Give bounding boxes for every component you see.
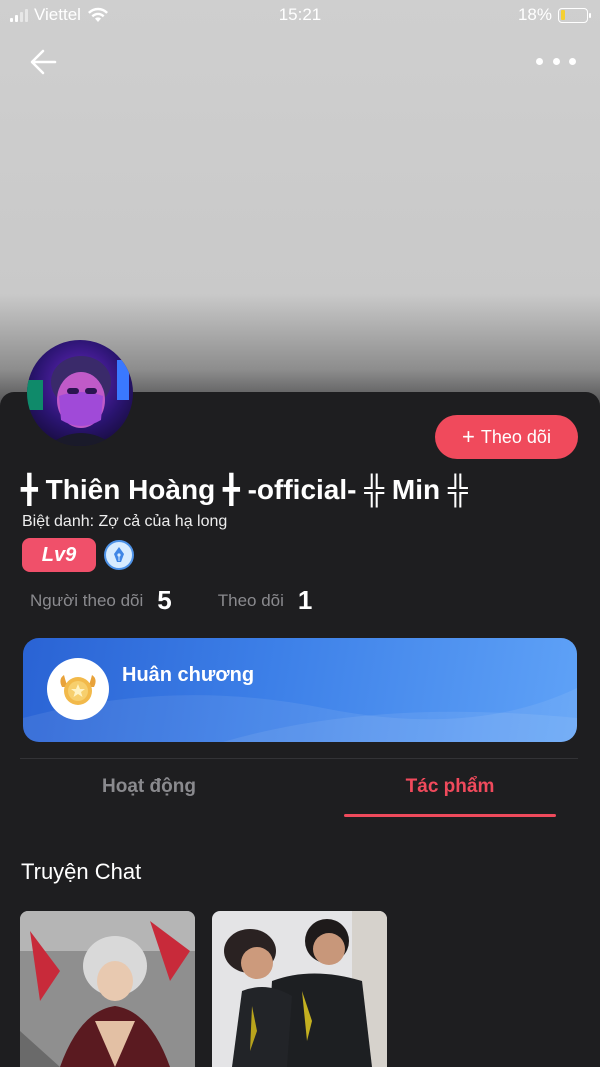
following-label[interactable]: Theo dõi: [218, 591, 284, 611]
following-count[interactable]: 1: [298, 585, 312, 616]
story-cover-image: [20, 911, 195, 1067]
arrow-left-icon: [30, 49, 57, 75]
follow-button[interactable]: + Theo dõi: [435, 415, 578, 459]
status-battery-group: 18%: [517, 5, 591, 25]
plus-icon: +: [462, 424, 475, 449]
profile-name: ╋ Thiên Hoàng ╋ -official- ╬ Min ╬: [21, 474, 468, 505]
more-options-button[interactable]: [536, 48, 576, 74]
avatar-image: [27, 340, 133, 446]
battery-icon: [558, 7, 591, 23]
avatar[interactable]: [27, 340, 133, 446]
story-thumbnail[interactable]: [212, 911, 387, 1067]
status-time: 15:21: [278, 5, 322, 24]
medal-icon: [47, 658, 109, 720]
medal-card-title: Huân chương: [122, 664, 255, 686]
profile-nickname: Biệt danh: Zợ cả của hạ long: [22, 513, 228, 530]
tab-activity[interactable]: Hoạt động: [20, 776, 278, 798]
followers-label[interactable]: Người theo dõi: [30, 591, 143, 611]
section-title: Truyện Chat: [21, 859, 142, 884]
level-badge[interactable]: Lv9: [22, 538, 96, 572]
level-label: Lv9: [41, 543, 77, 566]
profile-stats: Người theo dõi 5 Theo dõi 1: [30, 585, 312, 616]
tab-works[interactable]: Tác phẩm: [344, 776, 556, 798]
story-cover-image: [212, 911, 387, 1067]
back-button[interactable]: [26, 44, 62, 80]
battery-percent: 18%: [517, 5, 552, 24]
follow-button-label: Theo dõi: [480, 426, 551, 447]
tabs-divider: [20, 758, 578, 759]
followers-count[interactable]: 5: [157, 585, 171, 616]
active-tab-indicator: [344, 814, 556, 817]
story-thumbnail[interactable]: [20, 911, 195, 1067]
status-bar: Viettel 15:21 18%: [0, 0, 600, 30]
more-horizontal-icon: [536, 57, 543, 65]
pen-nib-icon: [114, 547, 124, 562]
writer-badge[interactable]: [104, 540, 134, 570]
medal-card[interactable]: Huân chương: [23, 638, 577, 742]
